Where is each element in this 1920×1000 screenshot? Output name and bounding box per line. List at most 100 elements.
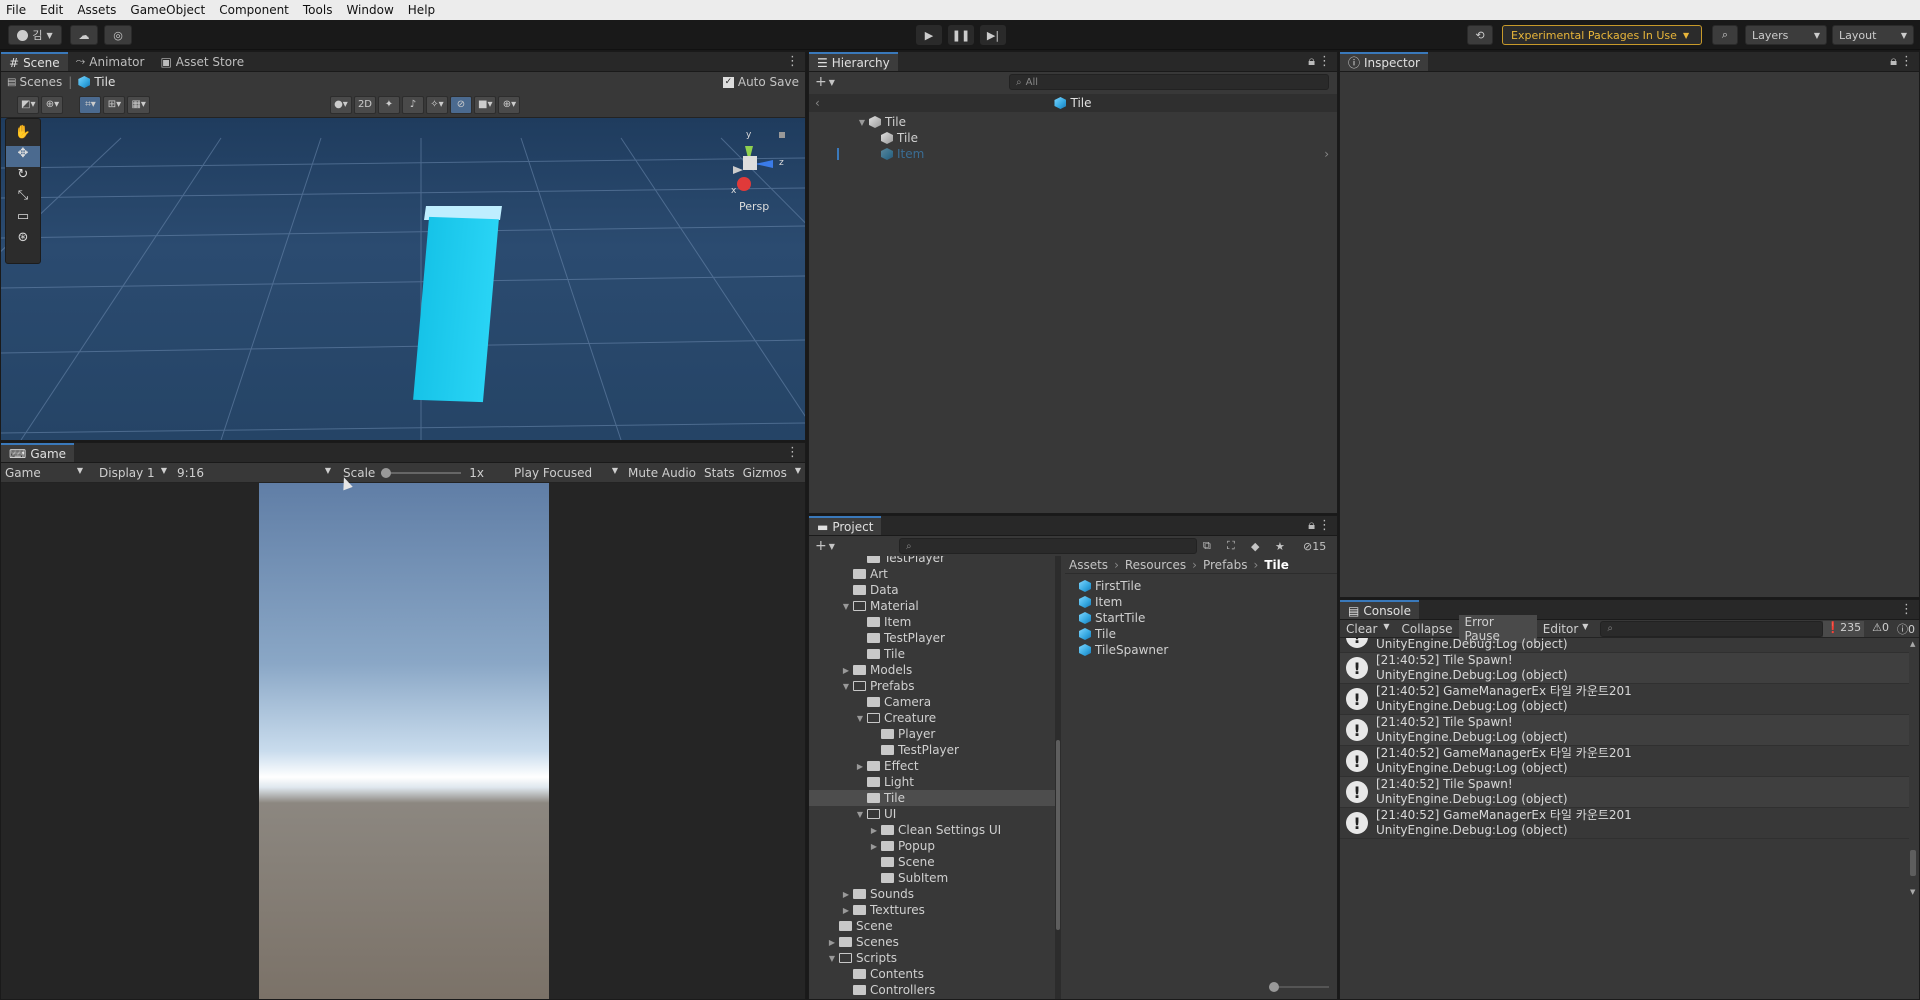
pause-button[interactable]: ❚❚ <box>948 25 974 45</box>
transform-tool-icon[interactable]: ⊛ <box>6 230 40 251</box>
console-search-input[interactable]: ⌕ <box>1600 620 1824 637</box>
console-log-row[interactable]: ! [21:40:52] Tile Spawn! UnityEngine.Debug… <box>1340 777 1909 808</box>
lock-icon[interactable]: 🔒︎ <box>1890 54 1897 69</box>
collapse-arrow-icon[interactable]: ▶ <box>841 666 851 675</box>
tab-hierarchy[interactable]: ☰ Hierarchy <box>809 52 898 71</box>
scroll-down-icon[interactable]: ▼ <box>1910 888 1915 896</box>
lock-icon[interactable]: 🔒︎ <box>1308 518 1315 533</box>
breadcrumb-prefabs[interactable]: Prefabs <box>1203 558 1248 572</box>
scroll-up-icon[interactable]: ▲ <box>1910 640 1915 648</box>
favorite-star-icon[interactable]: ★ <box>1275 540 1285 553</box>
menu-component[interactable]: Component <box>219 3 289 17</box>
scale-track[interactable] <box>381 467 462 478</box>
account-button[interactable]: 김 ▼ <box>8 25 62 45</box>
add-icon[interactable]: + <box>815 74 827 90</box>
project-folder-item[interactable]: ▼ Creature <box>809 710 1061 726</box>
move-tool-icon[interactable]: ✥ <box>6 146 40 167</box>
scale-thumb[interactable] <box>381 467 392 478</box>
project-folder-item[interactable]: ▼ UI <box>809 806 1061 822</box>
gizmos-button[interactable]: ⊕▾ <box>498 95 521 114</box>
grid-visibility-button[interactable]: ▦▾ <box>127 95 150 114</box>
project-folder-item[interactable]: Data <box>809 582 1061 598</box>
project-folder-item[interactable]: Tile <box>809 646 1061 662</box>
tree-scrollbar-thumb[interactable] <box>1056 740 1060 930</box>
console-scrollbar[interactable]: ▲ ▼ <box>1909 638 1917 898</box>
hierarchy-item-item[interactable]: Item › <box>809 146 1337 162</box>
draw-mode-button[interactable]: ◩▾ <box>17 95 40 114</box>
lock-icon[interactable]: 🔒︎ <box>1308 54 1315 69</box>
collab-button[interactable]: ◎ <box>104 25 132 45</box>
project-folder-item[interactable]: Item <box>809 614 1061 630</box>
project-folder-item[interactable]: Camera <box>809 694 1061 710</box>
project-folder-item[interactable]: Controllers <box>809 982 1061 998</box>
project-folder-item[interactable]: ▼ Scripts <box>809 950 1061 966</box>
menu-assets[interactable]: Assets <box>77 3 116 17</box>
project-asset-item[interactable]: StartTile <box>1065 610 1337 626</box>
project-folder-item[interactable]: ▶ Models <box>809 662 1061 678</box>
search-scope-icon[interactable]: ⧉ <box>1203 539 1211 553</box>
console-menu-icon[interactable]: ⋮ <box>1900 602 1913 617</box>
hierarchy-menu-icon[interactable]: ⋮ <box>1318 54 1331 69</box>
project-folder-item[interactable]: SubItem <box>809 870 1061 886</box>
collapse-arrow-icon[interactable]: ▶ <box>841 890 851 899</box>
cloud-button[interactable]: ☁ <box>70 25 98 45</box>
collapse-arrow-icon[interactable]: ▶ <box>841 906 851 915</box>
project-menu-icon[interactable]: ⋮ <box>1318 518 1331 533</box>
tab-console[interactable]: ▤ Console <box>1340 600 1419 619</box>
scale-slider[interactable]: Scale 1x <box>335 466 484 480</box>
rotate-tool-icon[interactable]: ↻ <box>6 167 40 188</box>
orientation-gizmo[interactable]: y z x Persp <box>719 124 799 214</box>
chevron-down-icon[interactable]: ▼ <box>829 78 835 87</box>
audio-button[interactable]: ♪ <box>402 95 424 114</box>
hand-tool-icon[interactable]: ✋ <box>6 125 40 146</box>
expand-arrow-icon[interactable]: ▼ <box>857 118 867 127</box>
error-filter-toggle[interactable]: ⓘ0 <box>1897 621 1915 637</box>
project-asset-item[interactable]: FirstTile <box>1065 578 1337 594</box>
game-render-view[interactable] <box>259 483 549 999</box>
play-button[interactable]: ▶ <box>916 25 942 45</box>
log-filter-toggle[interactable]: ❗235 <box>1823 620 1865 637</box>
project-folder-item[interactable]: ▶ Effect <box>809 758 1061 774</box>
step-button[interactable]: ▶| <box>980 25 1006 45</box>
project-asset-item[interactable]: Tile <box>1065 626 1337 642</box>
menu-tools[interactable]: Tools <box>303 3 333 17</box>
game-menu-icon[interactable]: ⋮ <box>786 445 799 460</box>
console-log-row[interactable]: ! [21:40:52] GameManagerEx 타일 카운트201 Unity… <box>1340 746 1909 777</box>
project-asset-item[interactable]: TileSpawner <box>1065 642 1337 658</box>
tab-project[interactable]: ▬ Project <box>809 516 882 535</box>
back-arrow-icon[interactable]: ‹ <box>815 96 820 110</box>
breadcrumb-resources[interactable]: Resources <box>1125 558 1186 572</box>
breadcrumb-assets[interactable]: Assets <box>1069 558 1108 572</box>
filter-type-icon[interactable]: ⛶ <box>1227 539 1235 553</box>
console-log-row[interactable]: ! [21:40:52] GameManagerEx 타일 카운트201 Unity… <box>1340 808 1909 839</box>
collapse-arrow-icon[interactable]: ▶ <box>869 826 879 835</box>
project-folder-item[interactable]: ▶ Sounds <box>809 886 1061 902</box>
add-icon[interactable]: + <box>815 538 827 554</box>
tab-scene[interactable]: # Scene <box>1 52 68 71</box>
project-folder-item[interactable]: Art <box>809 566 1061 582</box>
hierarchy-item-tile[interactable]: Tile <box>809 130 1337 146</box>
console-log-row[interactable]: ! [21:40:52] GameManagerEx 타일 카운트201 Unity… <box>1340 684 1909 715</box>
collapse-arrow-icon[interactable]: ▶ <box>869 842 879 851</box>
project-folder-item[interactable]: TestPlayer <box>809 742 1061 758</box>
rect-tool-icon[interactable]: ▭ <box>6 209 40 230</box>
effects-button[interactable]: ✧▾ <box>426 95 448 114</box>
zoom-slider[interactable] <box>1269 982 1329 992</box>
tab-asset-store[interactable]: ▣ Asset Store <box>152 52 252 71</box>
gizmos-toggle[interactable]: Gizmos ▼ <box>743 466 801 480</box>
undo-history-button[interactable]: ⟲ <box>1467 25 1493 45</box>
search-button[interactable]: ⌕ <box>1712 25 1738 45</box>
project-folder-item[interactable]: Scene <box>809 918 1061 934</box>
project-folder-item[interactable]: Light <box>809 774 1061 790</box>
breadcrumb-scenes[interactable]: Scenes <box>19 75 62 89</box>
play-mode-dropdown[interactable]: Play Focused ▼ <box>514 466 622 480</box>
scene-menu-icon[interactable]: ⋮ <box>786 54 799 69</box>
scale-tool-icon[interactable]: ⤡ <box>6 188 40 209</box>
project-folder-item[interactable]: TestPlayer <box>809 630 1061 646</box>
console-scrollbar-thumb[interactable] <box>1910 850 1916 876</box>
filter-label-icon[interactable]: ◆ <box>1251 540 1259 553</box>
project-folder-item[interactable]: Scene <box>809 854 1061 870</box>
aspect-dropdown[interactable]: 9:16 ▼ <box>171 466 335 480</box>
project-folder-item[interactable]: ▶ Texttures <box>809 902 1061 918</box>
menu-help[interactable]: Help <box>408 3 435 17</box>
